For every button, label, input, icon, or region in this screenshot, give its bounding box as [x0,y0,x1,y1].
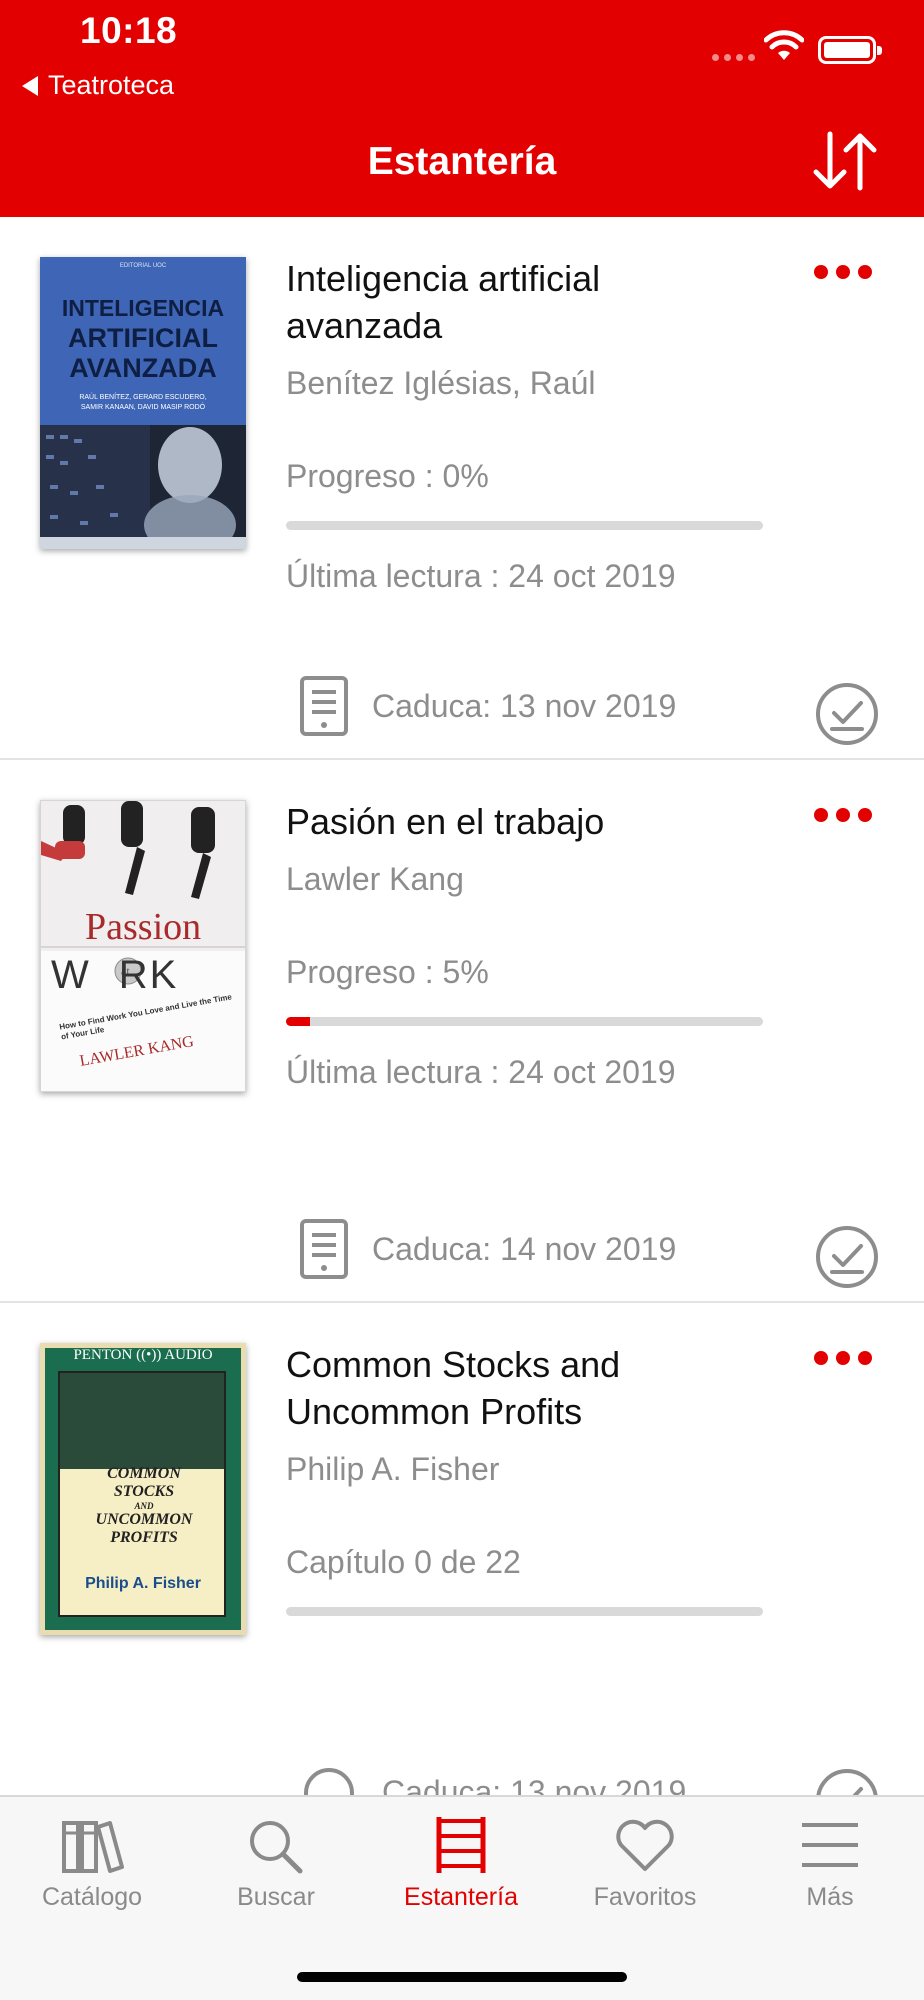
tab-label: Estantería [404,1883,518,1911]
home-indicator [297,1972,627,1982]
expiry-date: Caduca: 13 nov 2019 [382,1773,687,1796]
tab-label: Favoritos [593,1883,697,1911]
shelf-icon [436,1817,486,1873]
last-read-date: Última lectura : 24 oct 2019 [286,558,676,594]
shelf-list: EDITORIAL UOC INTELIGENCIA ARTIFICIAL AV… [0,217,924,1795]
navigation-header: 10:18 Teatroteca Estantería [0,0,924,217]
battery-icon [818,36,882,64]
headphones-icon [304,1768,354,1795]
document-icon [300,1219,348,1279]
return-check-icon[interactable] [814,681,880,747]
tab-label: Buscar [237,1883,315,1911]
tab-mas[interactable]: Más [738,1815,922,1912]
return-check-icon[interactable] [814,1224,880,1290]
return-check-icon[interactable] [814,1767,880,1795]
book-author: Benítez Iglésias, Raúl [286,365,596,401]
more-options-button[interactable] [814,1351,872,1365]
tab-favoritos[interactable]: Favoritos [553,1815,737,1912]
last-read-date: Última lectura : 24 oct 2019 [286,1054,676,1090]
more-options-button[interactable] [814,265,872,279]
back-arrow-icon [22,75,38,96]
books-icon [62,1821,124,1873]
book-info: Inteligencia artificial avanzada Benítez… [286,255,766,595]
wifi-icon [764,30,804,60]
book-cover[interactable]: PENTON ((•)) AUDIO COMMON STOCKS AND UNC… [40,1343,246,1635]
expiry-row: Caduca: 14 nov 2019 [298,1218,676,1280]
expiry-row: Caduca: 13 nov 2019 [298,1761,686,1795]
book-title[interactable]: Inteligencia artificial avanzada [286,255,626,349]
progress-label: Progreso : 0% [286,458,489,494]
book-info: Pasión en el trabajo Lawler Kang Progres… [286,798,766,1091]
progress-label: Capítulo 0 de 22 [286,1544,521,1580]
tab-estanteria[interactable]: Estantería [369,1815,553,1912]
book-title[interactable]: Common Stocks and Uncommon Profits [286,1341,686,1435]
tab-label: Catálogo [41,1883,143,1911]
tab-label: Más [806,1883,854,1911]
progress-label: Progreso : 5% [286,954,489,990]
progress-bar [286,1607,763,1616]
search-icon [250,1821,303,1874]
sort-icon[interactable] [810,128,880,194]
page-title: Estantería [367,140,557,183]
expiry-date: Caduca: 13 nov 2019 [372,687,677,724]
expiry-row: Caduca: 13 nov 2019 [298,675,676,737]
progress-bar [286,1017,763,1026]
tab-buscar[interactable]: Buscar [184,1815,368,1912]
book-cover[interactable]: EDITORIAL UOC INTELIGENCIA ARTIFICIAL AV… [40,257,246,549]
book-info: Common Stocks and Uncommon Profits Phili… [286,1341,766,1616]
status-time: 10:18 [80,10,178,51]
book-item[interactable]: EDITORIAL UOC INTELIGENCIA ARTIFICIAL AV… [0,217,924,760]
menu-icon [802,1823,858,1867]
heart-icon [616,1819,674,1871]
back-label: Teatroteca [48,70,175,100]
tab-bar: Catálogo Buscar Estantería Favoritos Más [0,1795,924,2000]
progress-fill [286,1017,310,1026]
book-item[interactable]: PENTON ((•)) AUDIO COMMON STOCKS AND UNC… [0,1303,924,1795]
document-icon [300,676,348,736]
book-cover[interactable]: Passion at W RK How to Find Work You Love… [40,800,246,1092]
book-author: Philip A. Fisher [286,1451,500,1487]
back-button[interactable]: Teatroteca [22,70,174,101]
cellular-signal-icon [712,54,755,61]
tab-catalogo[interactable]: Catálogo [0,1815,184,1912]
book-author: Lawler Kang [286,861,464,897]
book-item[interactable]: Passion at W RK How to Find Work You Love… [0,760,924,1303]
progress-bar [286,521,763,530]
expiry-date: Caduca: 14 nov 2019 [372,1230,677,1267]
book-title[interactable]: Pasión en el trabajo [286,798,766,845]
more-options-button[interactable] [814,808,872,822]
cover-artwork [40,425,246,549]
